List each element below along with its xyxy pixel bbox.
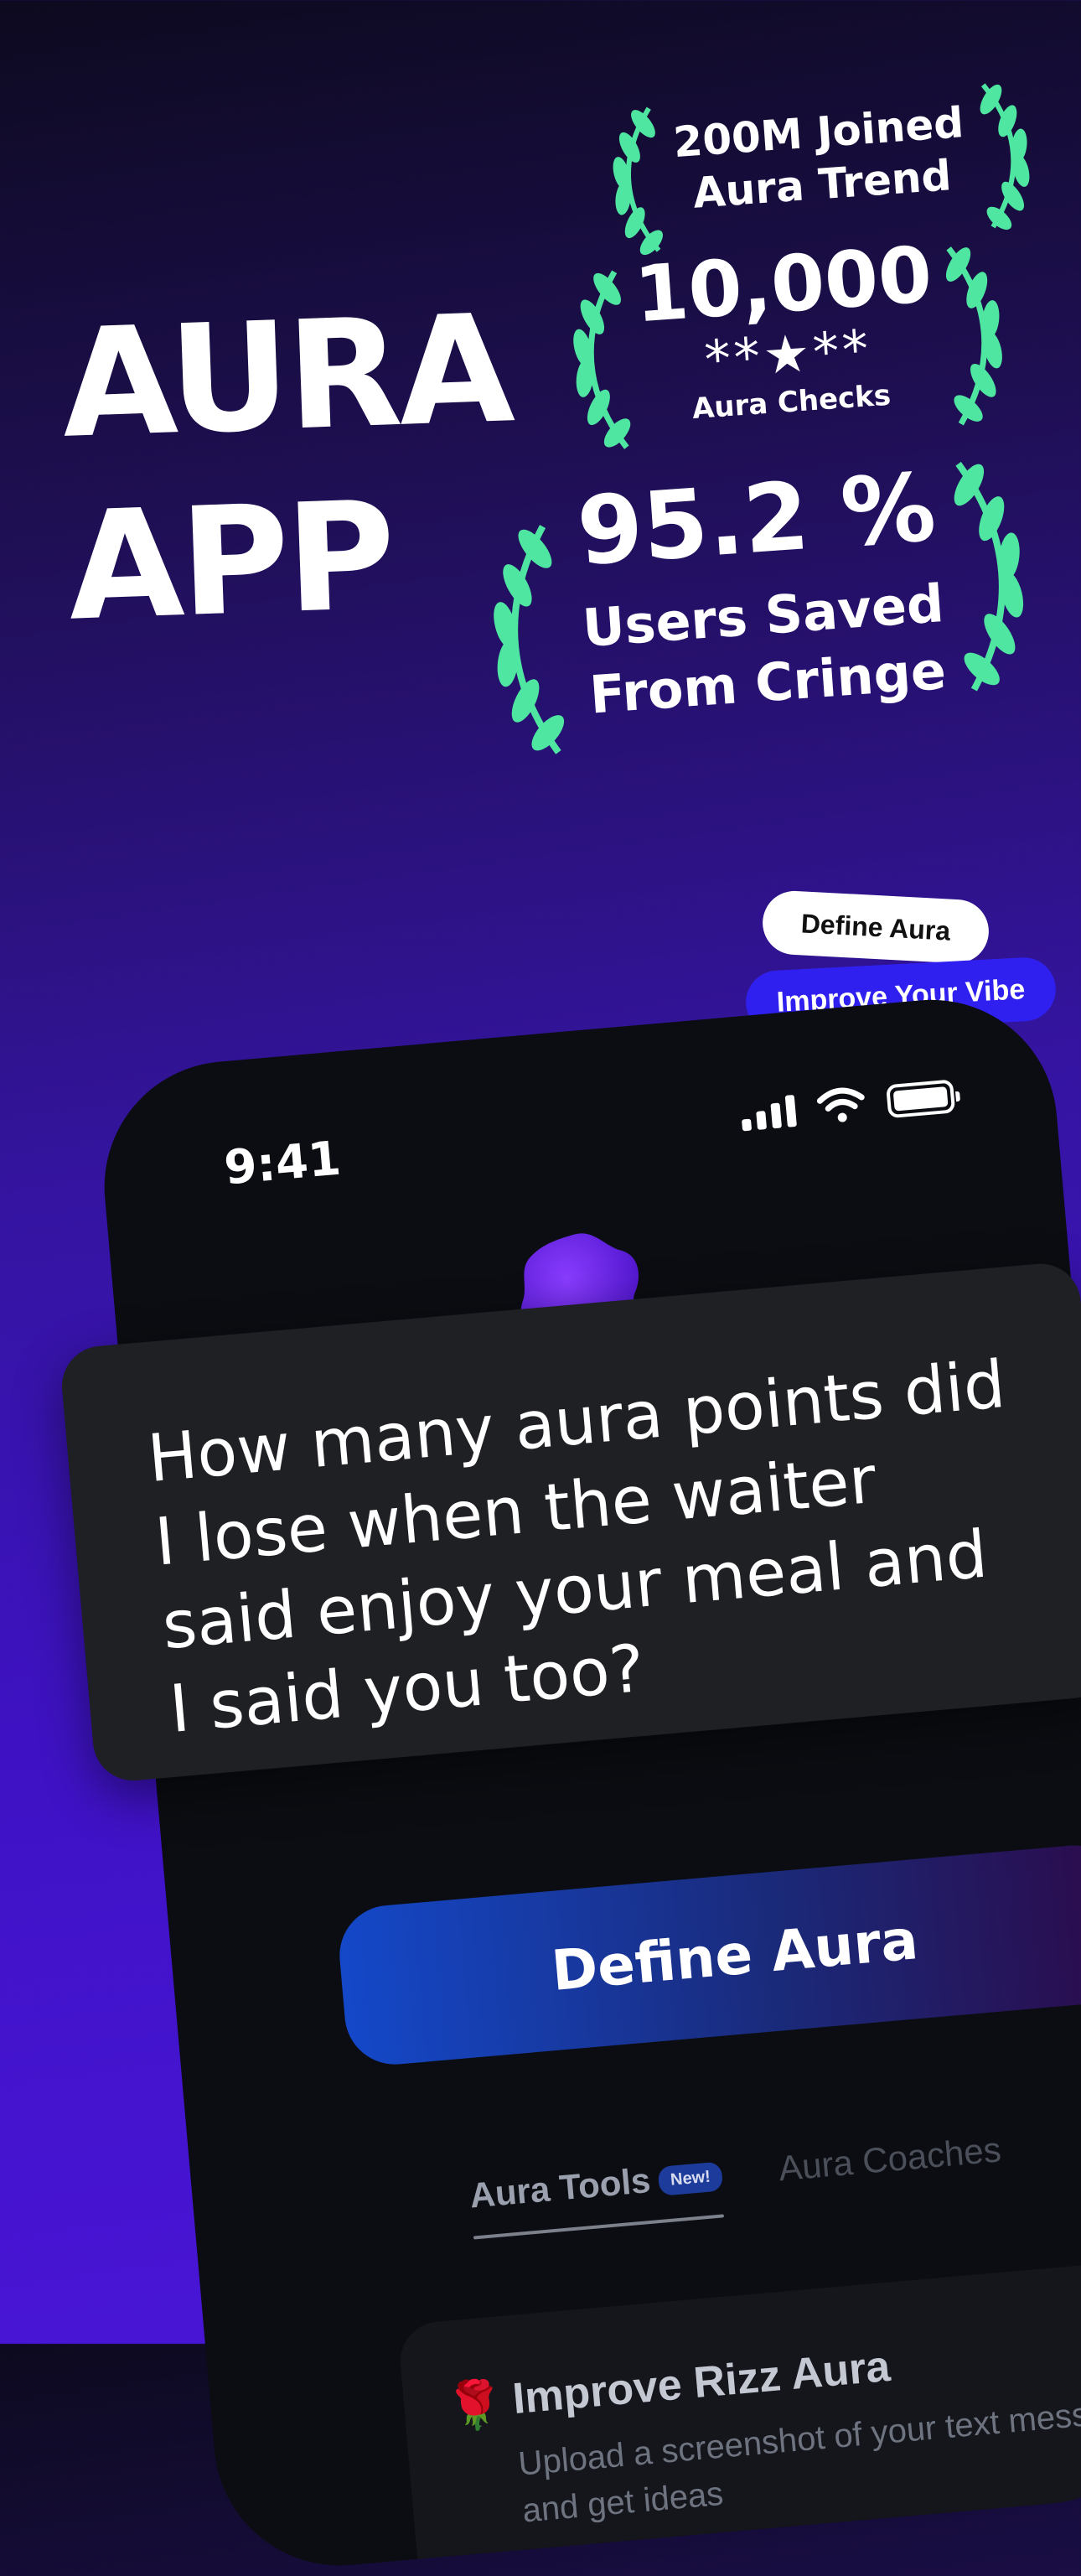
laurel-right-icon	[932, 236, 1029, 433]
tab-aura-tools[interactable]: Aura Tools New!	[468, 2154, 724, 2216]
tool-card-title: Improve Rizz Aura	[510, 2341, 892, 2424]
tab-active-indicator	[473, 2214, 725, 2240]
laurel-left-icon	[547, 262, 644, 460]
laurel-left-icon	[590, 99, 676, 263]
new-badge: New!	[657, 2161, 724, 2197]
signal-icon	[740, 1094, 797, 1132]
rose-icon: 🌹	[443, 2376, 507, 2433]
tab-aura-tools-label: Aura Tools	[468, 2159, 653, 2216]
award-checks: 10,000 **★** Aura Checks	[546, 227, 1029, 469]
status-icons	[740, 1077, 956, 1132]
tab-bar: Aura Tools New! Aura Coaches	[468, 2117, 1061, 2268]
headline-line-1: AURA	[59, 282, 514, 471]
award-cringe: 95.2 % Users Saved From Cringe	[460, 449, 1064, 766]
question-card[interactable]: How many aura points did I lose when the…	[59, 1260, 1081, 1785]
define-aura-button[interactable]: Define Aura	[335, 1841, 1081, 2069]
phone-screen: 9:41 Define Aura Aura Tools New! Aura Coa…	[94, 989, 1081, 2576]
battery-icon	[886, 1079, 956, 1119]
tool-card-improve-rizz[interactable]: 🌹 Improve Rizz Aura Upload a screenshot …	[396, 2255, 1081, 2576]
laurel-right-icon	[937, 450, 1054, 700]
status-time: 9:41	[221, 1131, 344, 1196]
define-aura-pill[interactable]: Define Aura	[761, 889, 990, 966]
tab-aura-coaches[interactable]: Aura Coaches	[777, 2129, 1002, 2189]
wifi-icon	[816, 1087, 865, 1122]
award-cringe-number: 95.2 %	[573, 453, 939, 588]
question-text: How many aura points did I lose when the…	[144, 1346, 1008, 1748]
laurel-right-icon	[966, 72, 1053, 236]
